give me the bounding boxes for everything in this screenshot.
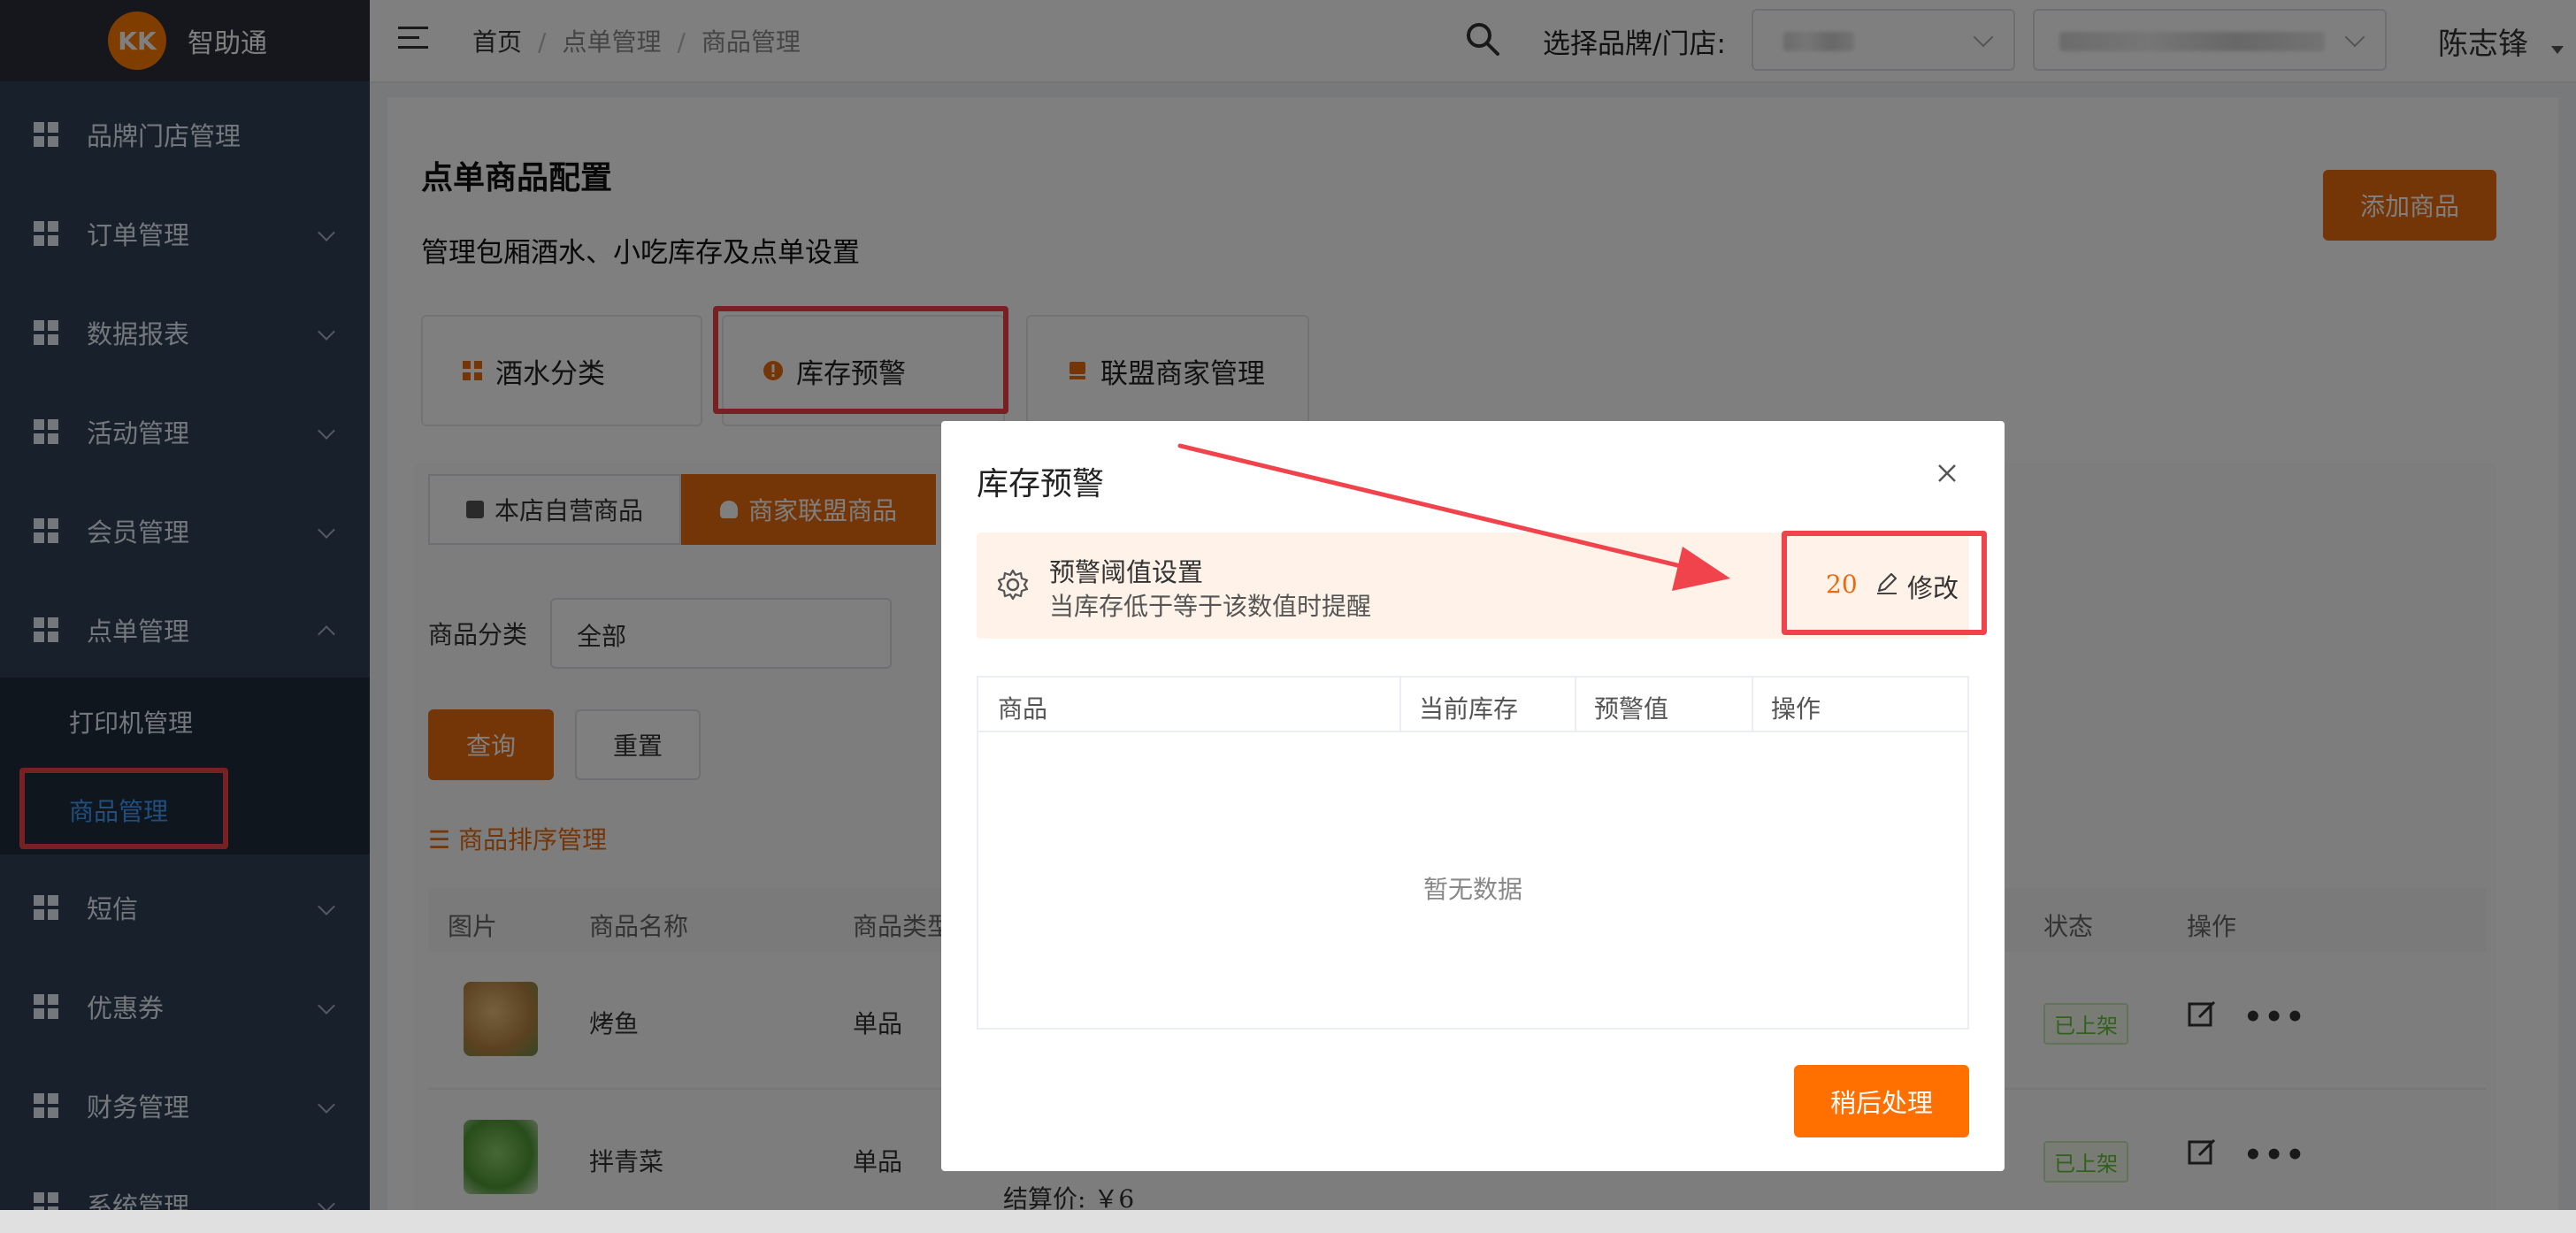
threshold-description: 当库存低于等于该数值时提醒	[1049, 592, 1372, 621]
threshold-title: 预警阈值设置	[1049, 557, 1204, 587]
dialog-title: 库存预警	[977, 466, 1105, 502]
alert-table-header: 商品 当前库存 预警值 操作	[978, 678, 1967, 732]
handle-later-button[interactable]: 稍后处理	[1794, 1065, 1969, 1137]
close-icon[interactable]	[1934, 460, 1960, 486]
gear-icon	[997, 569, 1029, 601]
highlight-edit-threshold	[1782, 531, 1987, 635]
alert-table: 商品 当前库存 预警值 操作 暂无数据	[977, 676, 1969, 1030]
empty-state: 暂无数据	[1422, 875, 1522, 904]
horizontal-scrollbar[interactable]	[0, 1210, 2576, 1233]
